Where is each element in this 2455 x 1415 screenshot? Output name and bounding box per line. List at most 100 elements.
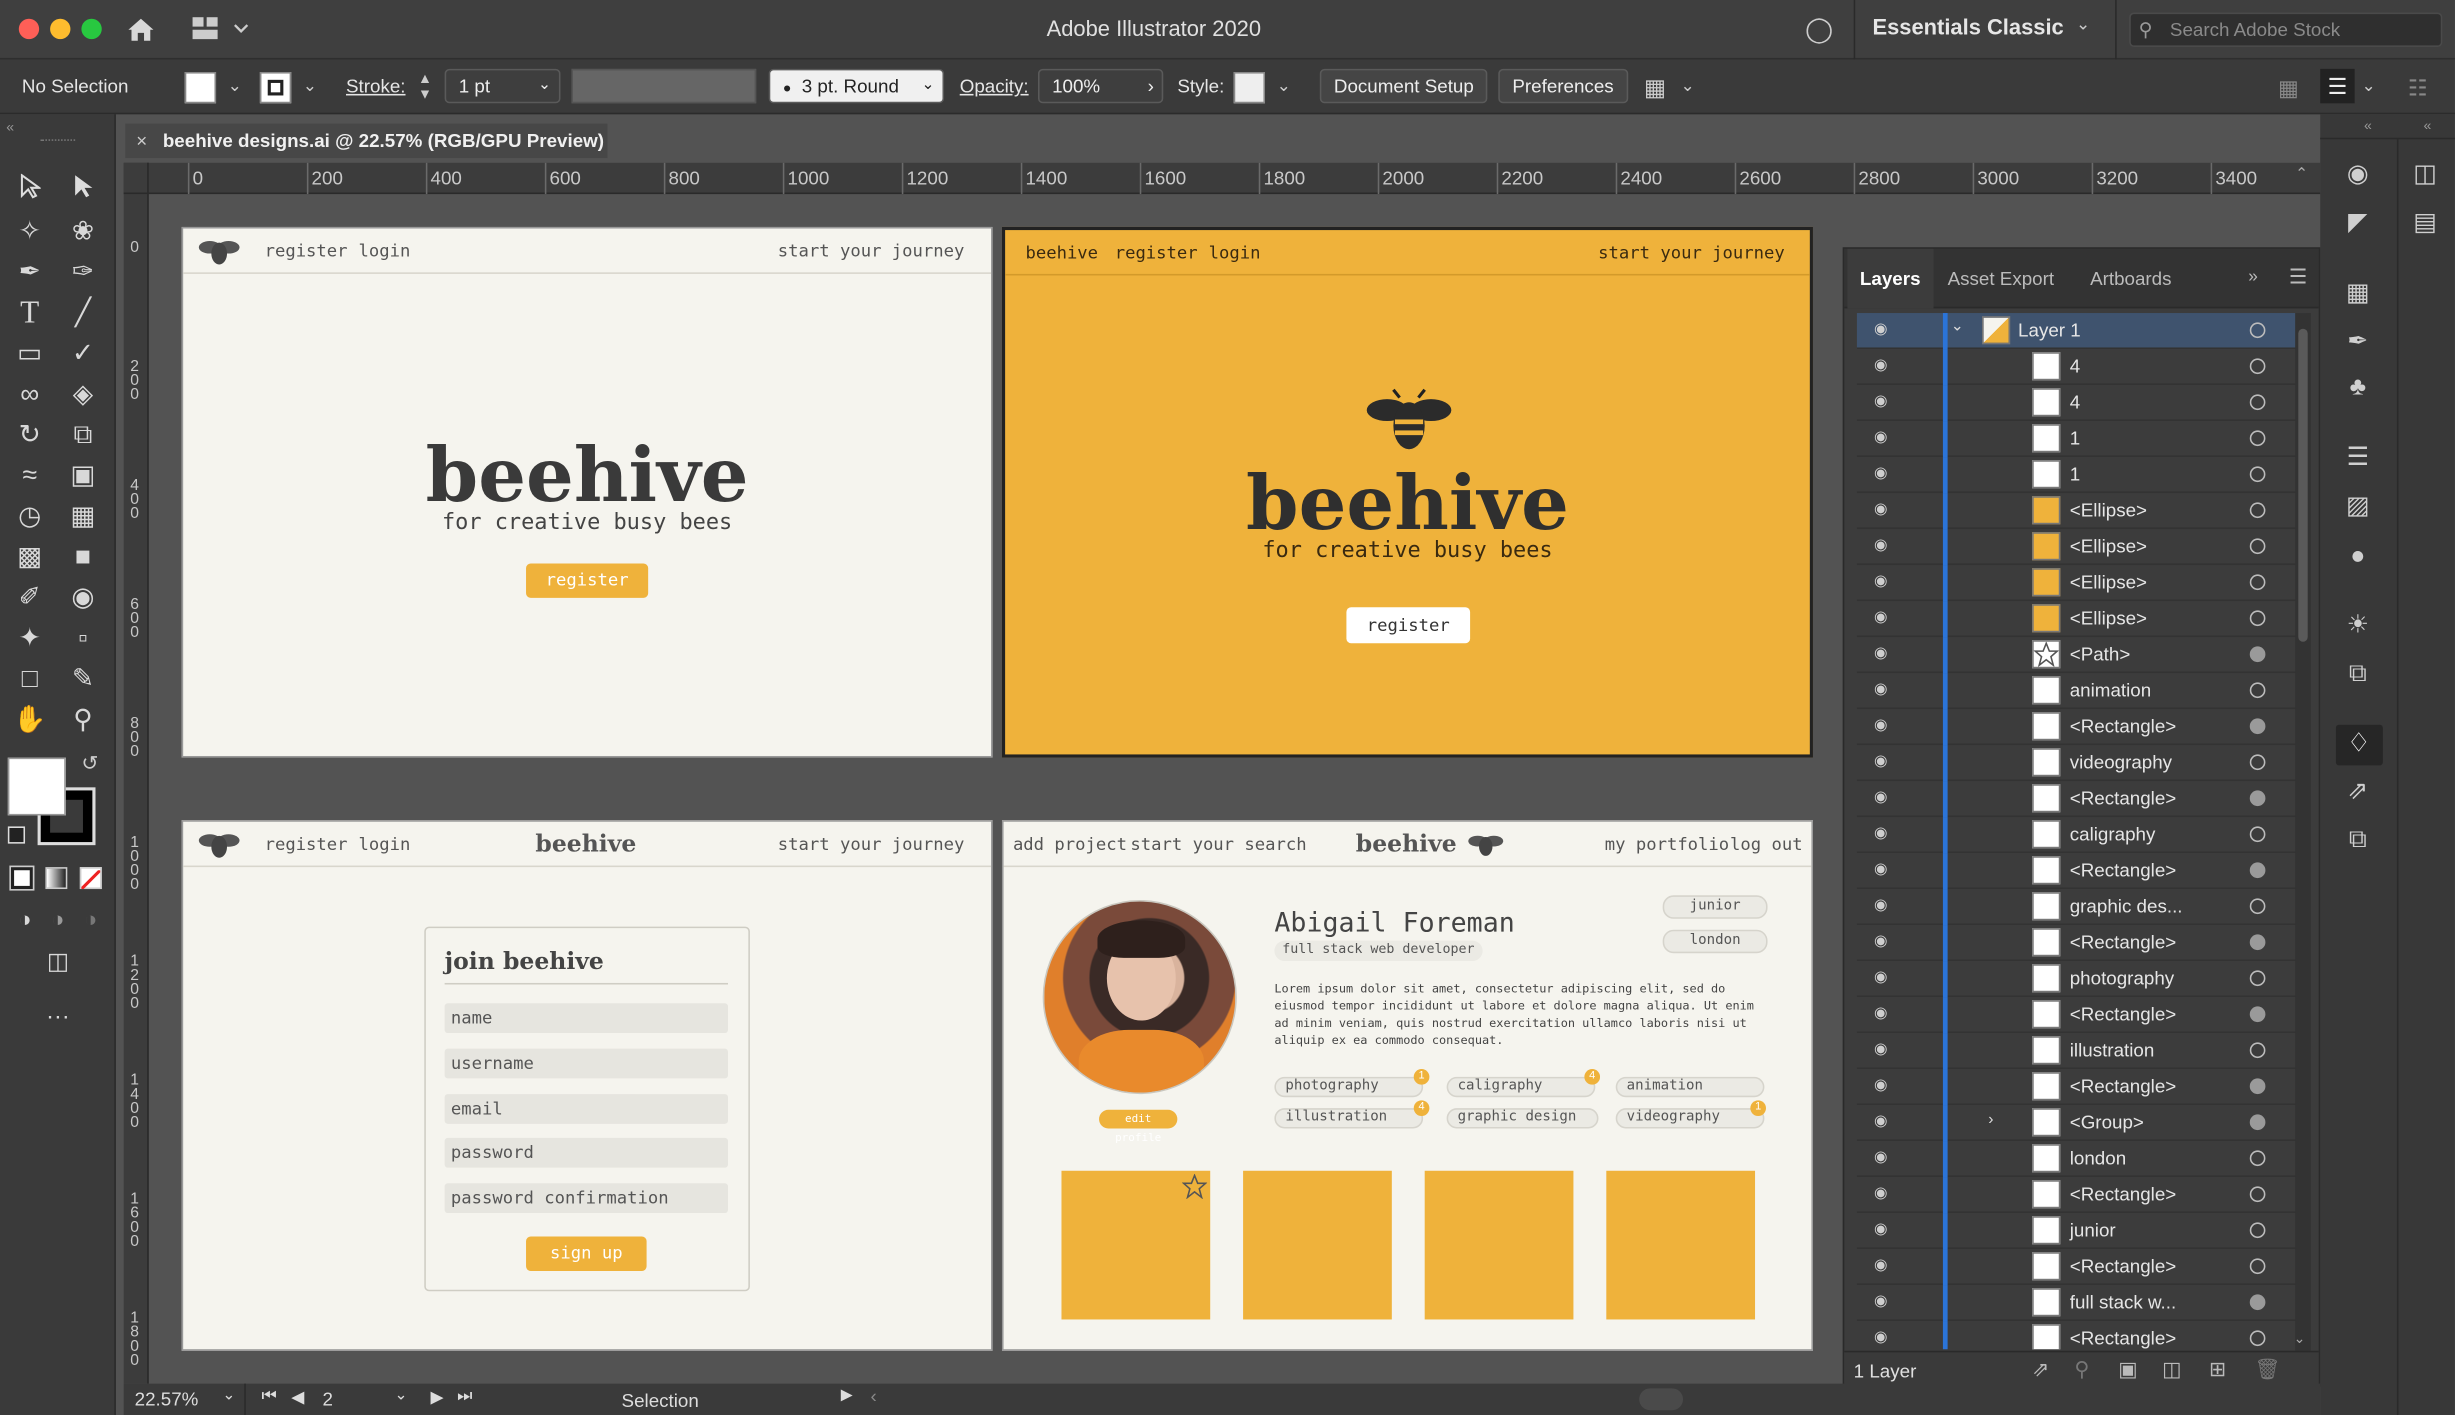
- nav-register-link[interactable]: register: [265, 241, 348, 261]
- artboards-panel-icon[interactable]: ⧉: [2337, 822, 2378, 860]
- layer-row-layer-1[interactable]: ◉ ⌄ Layer 1: [1856, 313, 2307, 350]
- visibility-eye-icon[interactable]: ◉: [1874, 466, 1896, 482]
- target-circle-icon[interactable]: [2249, 610, 2266, 627]
- visibility-eye-icon[interactable]: ◉: [1874, 1114, 1896, 1130]
- chevron-down-icon[interactable]: ⌄: [2076, 14, 2090, 35]
- target-circle-icon[interactable]: [2249, 1330, 2266, 1347]
- chevron-right-icon[interactable]: ›: [1988, 1111, 1993, 1128]
- artboard-number-field[interactable]: 2 ⌄: [318, 1384, 415, 1415]
- rectangle-tool-icon[interactable]: ▭: [9, 335, 50, 373]
- graphic-styles-icon[interactable]: ⧉: [2337, 656, 2378, 694]
- visibility-eye-icon[interactable]: ◉: [1874, 502, 1896, 518]
- password-confirmation-field[interactable]: password confirmation: [444, 1183, 729, 1214]
- color-guide-icon[interactable]: ◉: [2337, 157, 2378, 195]
- graphic-style-swatch[interactable]: [1233, 71, 1266, 104]
- layer-row[interactable]: ◉ <Rectangle>: [1856, 997, 2307, 1034]
- target-circle-icon[interactable]: [2249, 646, 2266, 663]
- fill-dropdown[interactable]: ⌄: [219, 69, 250, 103]
- layer-row[interactable]: ◉ full stack w...: [1856, 1285, 2307, 1322]
- star-icon[interactable]: [1182, 1173, 1208, 1199]
- target-circle-icon[interactable]: [2249, 538, 2266, 555]
- scale-tool-icon[interactable]: ⧉: [63, 416, 104, 454]
- layer-row[interactable]: ◉ <Rectangle>: [1856, 709, 2307, 746]
- nav-journey-link[interactable]: start your journey: [778, 834, 965, 854]
- portfolio-tile[interactable]: [1606, 1170, 1756, 1320]
- visibility-eye-icon[interactable]: ◉: [1874, 1294, 1896, 1310]
- target-circle-icon[interactable]: [2249, 1294, 2266, 1311]
- artboard-landing-yellow[interactable]: beehive register login start your journe…: [1001, 226, 1813, 758]
- target-circle-icon[interactable]: [2249, 1114, 2266, 1131]
- close-tab-icon[interactable]: ×: [136, 124, 147, 158]
- last-artboard-icon[interactable]: ⏭: [457, 1387, 473, 1407]
- nav-logout-link[interactable]: log out: [1730, 834, 1803, 854]
- lightbulb-icon[interactable]: ◯: [1805, 14, 1833, 45]
- layer-row[interactable]: ◉ <Rectangle>: [1856, 781, 2307, 818]
- target-circle-icon[interactable]: [2249, 574, 2266, 591]
- nav-login-link[interactable]: login: [359, 834, 411, 854]
- layer-row[interactable]: ◉ › <Group>: [1856, 1105, 2307, 1142]
- visibility-eye-icon[interactable]: ◉: [1874, 682, 1896, 698]
- blend-tool-icon[interactable]: ◉: [63, 579, 104, 617]
- layer-row[interactable]: ◉ <Rectangle>: [1856, 1249, 2307, 1286]
- symbol-sprayer-icon[interactable]: ✦: [9, 620, 50, 658]
- layer-row[interactable]: ◉ <Rectangle>: [1856, 1069, 2307, 1106]
- nav-journey-link[interactable]: start your journey: [778, 241, 965, 261]
- status-menu-icon[interactable]: ▶: [841, 1387, 853, 1404]
- nav-search-link[interactable]: start your search: [1130, 834, 1306, 854]
- visibility-eye-icon[interactable]: ◉: [1874, 1006, 1896, 1022]
- next-artboard-icon[interactable]: ▶: [431, 1387, 444, 1407]
- hand-tool-icon[interactable]: ✋: [9, 701, 50, 739]
- document-setup-button[interactable]: Document Setup: [1319, 68, 1488, 104]
- name-field[interactable]: name: [444, 1003, 729, 1034]
- appearance-icon[interactable]: ☀: [2337, 607, 2378, 645]
- gradient-mode-icon[interactable]: [45, 867, 68, 890]
- layer-row[interactable]: ◉ <Ellipse>: [1856, 565, 2307, 602]
- slice-tool-icon[interactable]: ✎: [63, 661, 104, 699]
- type-tool-icon[interactable]: T: [9, 294, 50, 332]
- layer-row[interactable]: ◉ 1: [1856, 457, 2307, 494]
- layer-row[interactable]: ◉ <Rectangle>: [1856, 1177, 2307, 1214]
- layer-row[interactable]: ◉ <Path>: [1856, 637, 2307, 674]
- eyedropper-icon[interactable]: ✐: [9, 579, 50, 617]
- layer-row[interactable]: ◉ <Rectangle>: [1857, 1321, 2306, 1350]
- previous-artboard-icon[interactable]: ◀: [291, 1387, 304, 1407]
- layer-row[interactable]: ◉ illustration: [1856, 1033, 2307, 1070]
- layers-scrollbar[interactable]: ⌄: [2294, 313, 2311, 1354]
- swap-colors-icon[interactable]: ↺: [81, 751, 98, 776]
- layer-row[interactable]: ◉ videography: [1856, 745, 2307, 782]
- preferences-button[interactable]: Preferences: [1498, 68, 1628, 104]
- layer-row[interactable]: ◉ <Rectangle>: [1856, 853, 2307, 890]
- width-tool-icon[interactable]: ≈: [9, 457, 50, 495]
- visibility-eye-icon[interactable]: ◉: [1874, 394, 1896, 410]
- target-circle-icon[interactable]: [2249, 790, 2266, 807]
- pen-tool-icon[interactable]: ✒: [9, 254, 50, 292]
- brushes-panel-icon[interactable]: ✒: [2337, 324, 2378, 362]
- workspace-switcher[interactable]: Essentials Classic: [1872, 14, 2063, 39]
- visibility-eye-icon[interactable]: ◉: [1874, 358, 1896, 374]
- scroll-up-icon[interactable]: ⌃: [2295, 166, 2308, 183]
- target-circle-icon[interactable]: [2249, 466, 2266, 483]
- edit-profile-button[interactable]: edit profile: [1099, 1109, 1178, 1144]
- artboard-landing-white[interactable]: register login start your journey beehiv…: [181, 226, 993, 758]
- portfolio-tile[interactable]: [1061, 1170, 1211, 1320]
- transparency-icon[interactable]: ●: [2337, 538, 2378, 576]
- visibility-eye-icon[interactable]: ◉: [1874, 790, 1896, 806]
- layer-row[interactable]: ◉ <Ellipse>: [1856, 601, 2307, 638]
- email-field[interactable]: email: [444, 1094, 729, 1124]
- none-mode-icon[interactable]: [79, 867, 102, 891]
- visibility-eye-icon[interactable]: ◉: [1874, 754, 1896, 770]
- search-stock-input[interactable]: ⚲ Search Adobe Stock: [2129, 12, 2443, 47]
- opacity-field[interactable]: 100% ›: [1037, 68, 1164, 104]
- target-circle-icon[interactable]: [2249, 934, 2266, 951]
- collapse-icon[interactable]: «: [6, 119, 14, 135]
- clipping-mask-icon[interactable]: ▣: [2118, 1357, 2137, 1382]
- expand-panel-icon[interactable]: »: [2248, 268, 2258, 287]
- line-tool-icon[interactable]: ╱: [63, 294, 104, 332]
- target-circle-icon[interactable]: [2249, 898, 2266, 915]
- artboard-tool-icon[interactable]: □: [9, 661, 50, 699]
- rotate-tool-icon[interactable]: ↻: [9, 416, 50, 454]
- visibility-eye-icon[interactable]: ◉: [1874, 1330, 1896, 1346]
- nav-journey-link[interactable]: start your journey: [1598, 243, 1785, 263]
- layer-row[interactable]: ◉ <Ellipse>: [1856, 529, 2307, 566]
- horizontal-scrollbar[interactable]: [1639, 1388, 1684, 1411]
